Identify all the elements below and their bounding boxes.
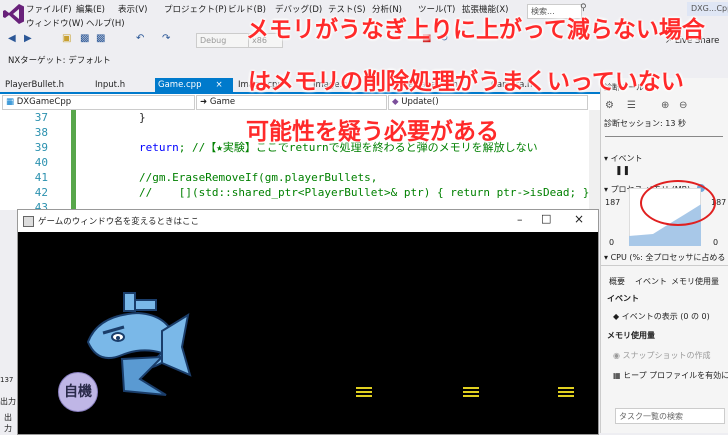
minimize-icon[interactable]: –	[517, 213, 523, 226]
cpu-header: ▾ CPU (%: 全プロセッサに占める	[604, 253, 726, 262]
task-search-input[interactable]: タスク一覧の検索	[615, 408, 725, 424]
code-line[interactable]: //gm.EraseRemoveIf(gm.playerBullets,	[86, 170, 596, 185]
menu-project[interactable]: プロジェクト(P)	[164, 3, 227, 15]
tab-events[interactable]: イベント	[635, 276, 667, 287]
divider	[601, 265, 728, 266]
arrow-icon: ➜	[200, 97, 210, 107]
project-icon: ▦	[6, 97, 17, 107]
save-all-icon[interactable]: ▩	[96, 33, 105, 44]
tab-game-cpp[interactable]: Game.cpp ×	[155, 78, 233, 92]
game-window[interactable]: ゲームのウィンドウ名を変えるときはここ – □ × 自機	[17, 209, 599, 435]
output-label[interactable]: 出力	[0, 396, 16, 407]
bullet	[356, 387, 372, 398]
app-icon	[23, 216, 34, 227]
bullet-layer	[18, 232, 598, 434]
back-icon[interactable]: ◀	[8, 33, 16, 44]
menu-help[interactable]: ヘルプ(H)	[86, 17, 125, 29]
events-show-link[interactable]: ◆ イベントの表示 (0 の 0)	[613, 311, 710, 322]
memory-section-title: メモリ使用量	[607, 331, 655, 340]
pause-icon[interactable]: ❚❚	[615, 166, 630, 176]
method-icon: ◆	[392, 97, 402, 107]
output-label-secondary[interactable]: 出力	[4, 412, 17, 434]
member-dropdown[interactable]: ◆ Update()	[388, 95, 588, 110]
tab-input-h[interactable]: Input.h	[92, 78, 128, 92]
line-numbers: 37 38 39 40 41 42 43	[0, 110, 52, 210]
menu-window[interactable]: ウィンドウ(W)	[26, 17, 84, 29]
code-token: // [](std::shared_ptr<PlayerBullet>& ptr…	[86, 186, 596, 199]
game-titlebar[interactable]: ゲームのウィンドウ名を変えるときはここ – □ ×	[18, 210, 598, 232]
caption-line-2: はメモリの削除処理がうまくいっていない	[248, 69, 684, 95]
line-number: 38	[34, 126, 48, 139]
editor-scrollbar[interactable]	[589, 110, 600, 210]
menu-edit[interactable]: 編集(E)	[76, 3, 105, 15]
snapshot-button[interactable]: ◉ スナップショットの作成	[613, 350, 711, 361]
session-label: 診断セッション: 13 秒	[604, 119, 686, 128]
mem-min-left: 0	[609, 238, 615, 247]
line-number: 41	[34, 171, 48, 184]
output-area: 137 出力 出力	[0, 372, 17, 433]
zoom-out-icon[interactable]: ⊖	[679, 100, 687, 111]
tab-overview[interactable]: 概要	[609, 276, 625, 287]
mem-max-left: 187	[605, 198, 621, 207]
events-header: ▾ イベント	[604, 154, 643, 163]
bullet	[558, 387, 574, 398]
visual-studio-logo-icon	[3, 4, 24, 24]
menu-file[interactable]: ファイル(F)	[26, 3, 72, 15]
settings-icon[interactable]: ⚙	[605, 100, 614, 111]
code-token: }	[86, 111, 146, 124]
scope-dropdown[interactable]: ➜ Game	[196, 95, 387, 110]
line-number: 37	[34, 111, 48, 124]
configuration-dropdown[interactable]: Debug	[196, 33, 249, 48]
tab-memory-usage[interactable]: メモリ使用量	[671, 276, 719, 287]
nx-target-label[interactable]: NXターゲット: デフォルト	[8, 54, 111, 66]
select-tools-icon[interactable]: ☰	[627, 100, 636, 111]
timeline-ruler[interactable]	[605, 130, 723, 137]
highlight-ellipse	[640, 180, 716, 226]
line-number: 42	[34, 186, 48, 199]
line-number: 39	[34, 141, 48, 154]
caption-line-3: 可能性を疑う必要がある	[246, 119, 499, 145]
bullet	[463, 387, 479, 398]
code-line[interactable]: // [](std::shared_ptr<PlayerBullet>& ptr…	[86, 185, 596, 200]
tab-label: Game.cpp	[158, 80, 202, 90]
line-number: 40	[34, 156, 48, 169]
caption-line-1: メモリがうなぎ上りに上がって減らない場合	[246, 17, 705, 43]
zoom-in-icon[interactable]: ⊕	[661, 100, 669, 111]
heap-profile-button[interactable]: ▦ ヒープ プロファイルを有効に	[613, 370, 728, 381]
diagnostic-tools-panel: 診断ツール ⚙ ☰ ⊕ ⊖ 診断セッション: 13 秒 ▾ イベント ❚❚ ▾ …	[600, 78, 728, 433]
open-folder-icon[interactable]: ▣	[62, 33, 71, 44]
navigation-bar: ▦ DXGameCpp ➜ Game ◆ Update()	[0, 94, 600, 111]
code-token: //gm.EraseRemoveIf(gm.playerBullets,	[86, 171, 378, 184]
save-icon[interactable]: ▩	[80, 33, 89, 44]
undo-icon[interactable]: ↶	[136, 33, 144, 44]
task-search-placeholder: タスク一覧の検索	[619, 412, 683, 421]
game-canvas[interactable]: 自機	[18, 232, 598, 434]
line-indicator: 137	[0, 376, 14, 384]
redo-icon[interactable]: ↷	[162, 33, 170, 44]
tab-playerbullet-h[interactable]: PlayerBullet.h	[2, 78, 67, 92]
code-token: return	[86, 141, 179, 154]
change-indicator	[71, 110, 76, 210]
forward-icon[interactable]: ▶	[24, 33, 32, 44]
mem-min-right: 0	[713, 238, 719, 247]
project-dropdown[interactable]: ▦ DXGameCpp	[2, 95, 195, 110]
close-icon[interactable]: ×	[574, 212, 584, 226]
close-icon[interactable]: ×	[215, 80, 222, 90]
menu-view[interactable]: 表示(V)	[118, 3, 147, 15]
game-window-title: ゲームのウィンドウ名を変えるときはここ	[38, 217, 199, 227]
events-section-title: イベント	[607, 294, 639, 303]
maximize-icon[interactable]: □	[541, 212, 551, 225]
code-line[interactable]	[86, 155, 596, 170]
